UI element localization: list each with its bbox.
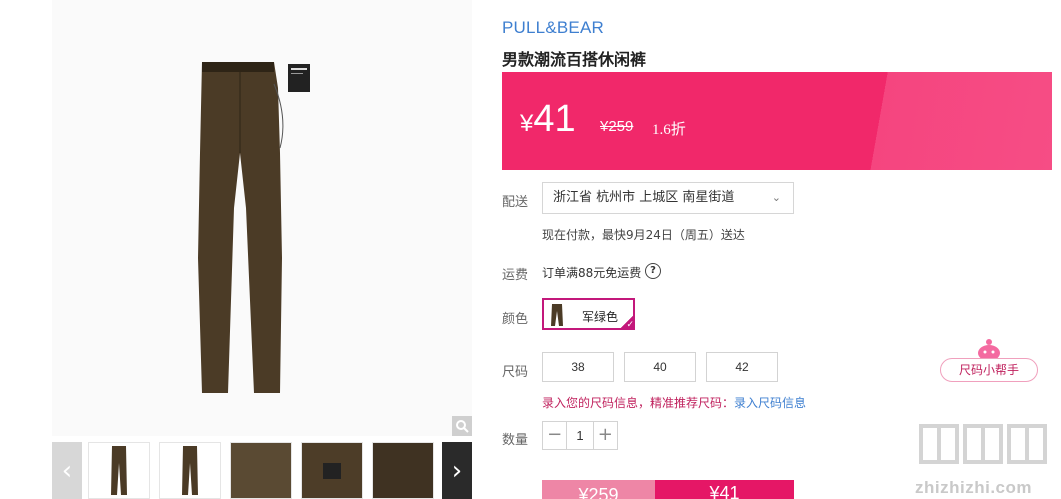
thumbnail-prev-button[interactable]: ‹ [52, 442, 82, 499]
pants-image [198, 62, 284, 393]
chevron-down-icon: ⌄ [771, 191, 781, 204]
price-banner [502, 72, 1052, 170]
size-option-40[interactable]: 40 [624, 352, 696, 382]
brand-name[interactable]: PULL&BEAR [502, 18, 604, 38]
thumbnail[interactable] [301, 442, 363, 499]
size-label: 尺码 [502, 365, 529, 380]
site-watermark: zhizhizhi.com [915, 418, 1055, 498]
original-price-buy-button[interactable]: ¥259 [542, 480, 655, 499]
thumbnail-next-button[interactable]: › [442, 442, 472, 499]
product-title: 男款潮流百搭休闲裤 [502, 50, 647, 69]
price-value: 41 [533, 98, 576, 140]
free-shipping-text: 订单满88元免运费 [542, 266, 642, 280]
color-swatch-image [551, 304, 563, 326]
shipping-fee-label: 运费 [502, 268, 529, 283]
color-label: 颜色 [502, 312, 529, 327]
quantity-label: 数量 [502, 433, 529, 448]
delivery-label: 配送 [502, 195, 529, 210]
discount-label: 1.6折 [652, 122, 686, 138]
address-value: 浙江省 杭州市 上城区 南星街道 [553, 190, 735, 205]
thumbnail[interactable] [88, 442, 150, 499]
size-helper-button[interactable]: 尺码小帮手 [940, 358, 1038, 382]
quantity-input[interactable]: 1 [566, 422, 594, 449]
current-price: ¥41 [520, 98, 576, 141]
watermark-logo [919, 424, 1047, 464]
color-option-selected[interactable]: 军绿色 ✓ [542, 298, 635, 330]
delivery-estimate: 现在付款，最快9月24日（周五）送达 [542, 228, 745, 242]
thumbnail[interactable] [372, 442, 434, 499]
currency-symbol: ¥ [520, 110, 534, 137]
watermark-text: zhizhizhi.com [915, 478, 1032, 497]
checkmark-icon: ✓ [619, 314, 635, 330]
zoom-button[interactable] [452, 416, 472, 436]
buy-now-button[interactable]: ¥41 [655, 480, 794, 499]
magnifier-icon [456, 420, 469, 433]
enter-size-link[interactable]: 录入尺码信息 [734, 396, 806, 410]
size-option-38[interactable]: 38 [542, 352, 614, 382]
size-option-42[interactable]: 42 [706, 352, 778, 382]
address-select[interactable]: 浙江省 杭州市 上城区 南星街道 ⌄ [542, 182, 794, 214]
size-hint-text: 录入您的尺码信息，精准推荐尺码： [542, 396, 735, 410]
quantity-minus-button[interactable]: − [543, 422, 566, 449]
color-option-label: 军绿色 [582, 310, 619, 324]
original-price: ¥259 [600, 118, 634, 135]
thumbnail[interactable] [230, 442, 292, 499]
thumbnail[interactable] [159, 442, 221, 499]
quantity-plus-button[interactable]: + [594, 422, 617, 449]
quantity-stepper: − 1 + [542, 421, 618, 450]
question-icon[interactable]: ? [645, 263, 661, 279]
thumbnail-strip: ‹ › [52, 442, 472, 499]
hang-tag [288, 64, 310, 92]
size-hint: 录入您的尺码信息，精准推荐尺码：录入尺码信息 [542, 394, 806, 411]
